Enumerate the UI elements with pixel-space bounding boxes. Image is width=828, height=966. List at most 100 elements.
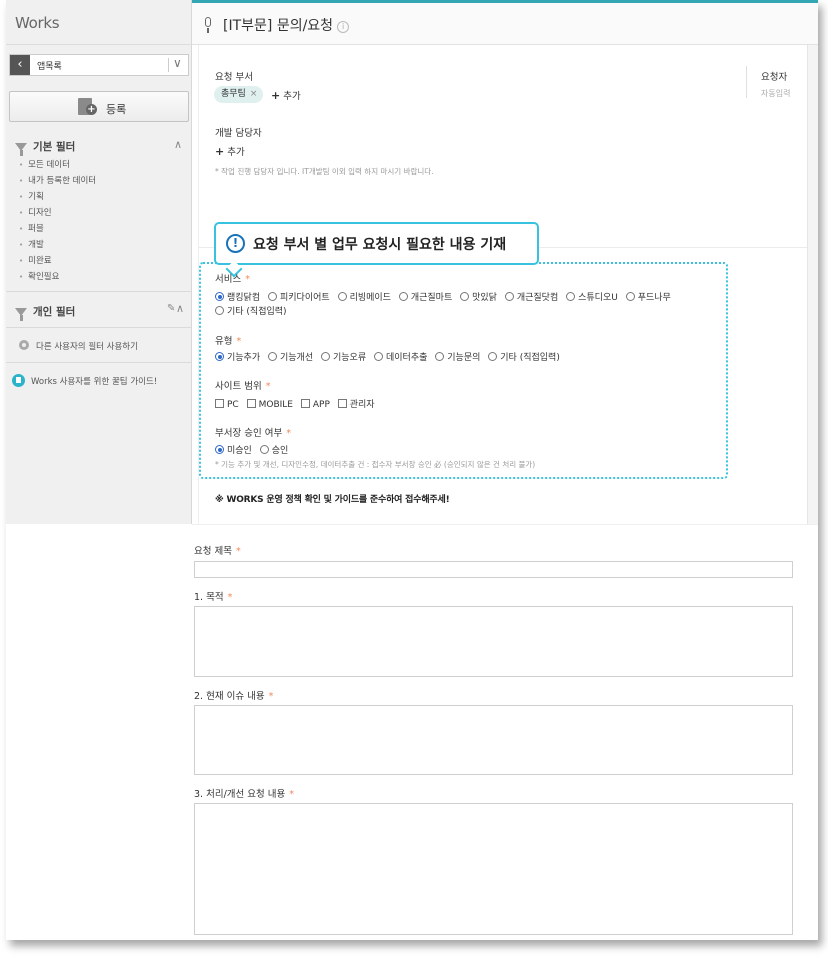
personal-filter-heading[interactable]: 개인 필터 [15, 304, 76, 321]
divider [168, 58, 169, 72]
service-option[interactable]: 기타 (직접입력) [215, 304, 287, 317]
approval-options: 미승인 승인 [215, 443, 293, 456]
add-dept-button[interactable]: + 추가 [271, 88, 301, 102]
radio-checked-icon [215, 445, 224, 454]
add-developer-button[interactable]: + 추가 [215, 144, 245, 158]
register-button[interactable]: 등록 [9, 91, 189, 122]
add-dept-label: 추가 [283, 91, 301, 102]
close-icon[interactable]: × [250, 89, 258, 99]
service-option[interactable]: 푸드나무 [625, 290, 671, 303]
service-option[interactable]: 개근질닷컴 [504, 290, 558, 303]
chevron-up-icon[interactable]: ∧ [174, 138, 182, 151]
radio-icon [259, 445, 269, 454]
required-mark: * [236, 336, 242, 347]
page-header: [IT부문] 문의/요청 i [192, 3, 818, 45]
required-mark: * [289, 789, 294, 800]
required-mark: * [286, 428, 291, 439]
approval-label-text: 부서장 승인 여부 [215, 428, 283, 439]
sidebar-item-publishing[interactable]: 퍼블 [19, 222, 96, 238]
request-content-label-text: 3. 처리/개선 요청 내용 [194, 789, 286, 800]
radio-icon [566, 292, 576, 301]
pencil-icon[interactable]: ✎ [167, 303, 175, 314]
current-issue-textarea[interactable] [194, 705, 793, 775]
service-label: 서비스 * [215, 271, 250, 285]
info-icon[interactable]: i [337, 21, 350, 33]
scrollbar[interactable] [807, 45, 818, 525]
type-option[interactable]: 기능오류 [321, 350, 366, 363]
site-scope-option[interactable]: PC [215, 399, 239, 410]
other-user-filter-link[interactable]: 다른 사용자의 필터 사용하기 [19, 340, 138, 352]
site-scope-option[interactable]: MOBILE [246, 399, 293, 410]
approval-option[interactable]: 미승인 [215, 443, 252, 456]
type-option[interactable]: 기능개선 [268, 350, 313, 363]
type-option[interactable]: 데이터추출 [374, 350, 427, 363]
approval-help-text: * 기능 추가 및 개선, 디자인수정, 데이터추출 건 : 접수자 부서장 승… [215, 460, 536, 469]
service-option[interactable]: 스튜디오U [566, 290, 618, 303]
back-button[interactable]: ‹ [10, 55, 30, 75]
site-scope-label: 사이트 범위 * [215, 378, 270, 392]
divider [6, 44, 192, 45]
policy-note: ※ WORKS 운영 정책 확인 및 가이드를 준수하여 접수해주세! [215, 495, 450, 505]
app-list-label: 앱목록 [37, 62, 62, 72]
request-dept-label: 요청 부서 [215, 72, 253, 83]
app-list-selector[interactable]: ‹ 앱목록 ∨ [9, 54, 189, 76]
request-title-label-text: 요청 제목 [194, 546, 232, 557]
chevron-up-icon[interactable]: ∧ [176, 302, 184, 315]
gear-icon [19, 340, 29, 350]
site-scope-option[interactable]: APP [300, 399, 330, 410]
sidebar-item-my-data[interactable]: 내가 등록한 데이터 [19, 174, 96, 190]
radio-checked-icon [215, 292, 224, 301]
service-option[interactable]: 리빙메이드 [337, 290, 391, 303]
microphone-icon [205, 17, 211, 33]
sidebar-item-planning[interactable]: 기획 [19, 190, 96, 206]
requester-label: 요청자 [761, 72, 788, 83]
radio-icon [337, 292, 347, 301]
service-option[interactable]: 피키다이어트 [268, 290, 330, 303]
request-content-textarea[interactable] [194, 803, 793, 935]
other-user-filter-label: 다른 사용자의 필터 사용하기 [36, 342, 138, 352]
filter-icon [15, 143, 27, 156]
sidebar-item-development[interactable]: 개발 [19, 238, 96, 254]
checkbox-icon [300, 399, 310, 408]
approval-option[interactable]: 승인 [259, 443, 288, 456]
personal-filter-title: 개인 필터 [33, 306, 76, 318]
service-option[interactable]: 개근질마트 [398, 290, 452, 303]
service-option[interactable]: 맛있닭 [460, 290, 497, 303]
sidebar-item-all-data[interactable]: 모든 데이터 [19, 158, 96, 174]
purpose-textarea[interactable] [194, 606, 793, 677]
site-scope-option[interactable]: 관리자 [337, 397, 375, 410]
request-title-input[interactable] [194, 561, 793, 578]
plus-icon: + [215, 145, 225, 158]
guide-link[interactable]: Works 사용자를 위한 꿀팁 가이드! [12, 374, 157, 387]
type-option[interactable]: 기능추가 [215, 350, 260, 363]
checkbox-icon [337, 399, 347, 408]
radio-icon [435, 352, 445, 361]
site-scope-label-text: 사이트 범위 [215, 381, 262, 392]
service-option[interactable]: 랭킹닭컴 [215, 290, 260, 303]
radio-icon [321, 352, 330, 361]
required-mark: * [235, 546, 241, 557]
service-options-row2: 기타 (직접입력) [215, 304, 292, 317]
radio-icon [398, 292, 408, 301]
sidebar-item-design[interactable]: 디자인 [19, 206, 96, 222]
required-mark: * [245, 274, 250, 285]
divider [6, 327, 192, 328]
approval-label: 부서장 승인 여부 * [215, 425, 291, 439]
radio-icon [488, 352, 498, 361]
radio-icon [625, 292, 635, 301]
request-content-label: 3. 처리/개선 요청 내용 * [194, 786, 294, 800]
guide-link-label: Works 사용자를 위한 꿀팁 가이드! [31, 377, 158, 387]
radio-icon [460, 292, 470, 301]
radio-icon [504, 292, 514, 301]
basic-filter-heading[interactable]: 기본 필터 [15, 139, 75, 156]
radio-icon [268, 352, 277, 361]
checkbox-icon [246, 399, 256, 408]
dept-chip[interactable]: 총무팀 × [214, 86, 264, 103]
type-option[interactable]: 기능문의 [435, 350, 480, 363]
sidebar-item-incomplete[interactable]: 미완료 [19, 254, 96, 270]
app-title: Works [15, 14, 60, 32]
chevron-down-icon[interactable]: ∨ [173, 56, 182, 70]
sidebar-item-needs-check[interactable]: 확인필요 [19, 270, 96, 286]
type-option[interactable]: 기타 (직접입력) [488, 350, 560, 363]
site-scope-options: PC MOBILE APP 관리자 [215, 397, 380, 410]
